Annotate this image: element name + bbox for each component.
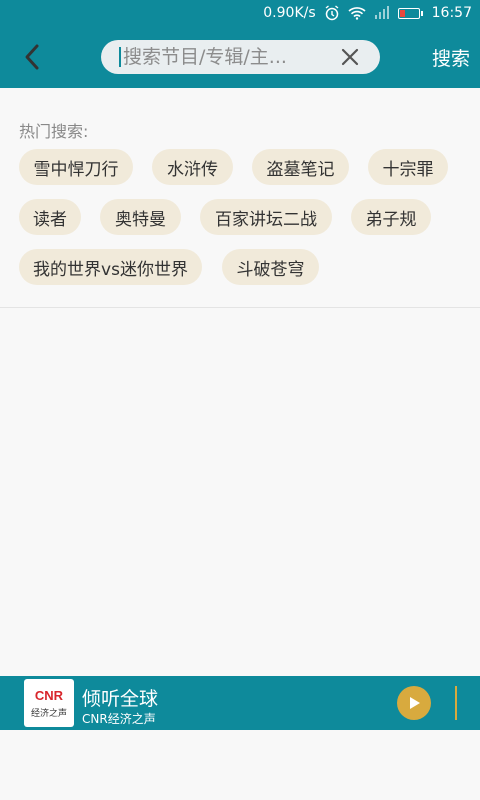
mini-player-bar[interactable]: CNR 经济之声 倾听全球 CNR经济之声 [0, 676, 480, 730]
wifi-icon [348, 6, 366, 20]
hot-search-title: 热门搜索: [19, 122, 89, 141]
text-cursor [119, 47, 121, 67]
back-button[interactable] [14, 40, 50, 74]
hot-tag[interactable]: 十宗罪 [368, 149, 448, 185]
chevron-left-icon [25, 44, 39, 70]
signal-icon [374, 6, 390, 20]
network-speed: 0.90K/s [263, 5, 316, 21]
status-bar: 0.90K/s 16:57 [0, 0, 480, 26]
battery-icon [397, 7, 423, 19]
alarm-icon [324, 5, 340, 21]
player-title: 倾听全球 [82, 688, 159, 710]
search-header: 搜索 [0, 26, 480, 88]
hot-tag[interactable]: 雪中悍刀行 [19, 149, 133, 185]
hot-tag[interactable]: 我的世界vs迷你世界 [19, 249, 202, 285]
search-input[interactable] [123, 40, 333, 74]
hot-tag[interactable]: 弟子规 [351, 199, 431, 235]
search-button[interactable]: 搜索 [432, 44, 470, 71]
station-logo: CNR 经济之声 [24, 679, 74, 727]
hot-tag[interactable]: 奥特曼 [100, 199, 181, 235]
player-subtitle: CNR经济之声 [82, 712, 156, 726]
hot-tag[interactable]: 百家讲坛二战 [200, 199, 332, 235]
clock: 16:57 [431, 5, 472, 21]
logo-mark: CNR [34, 687, 64, 703]
hot-tag[interactable]: 盗墓笔记 [252, 149, 349, 185]
hot-tag[interactable]: 读者 [19, 199, 81, 235]
play-icon [410, 697, 420, 709]
close-icon [341, 48, 359, 66]
logo-subtext: 经济之声 [30, 708, 67, 719]
play-button[interactable] [397, 686, 431, 720]
search-box[interactable] [101, 40, 380, 74]
player-divider [455, 686, 457, 720]
hot-search-section: 热门搜索: 雪中悍刀行 水浒传 盗墓笔记 十宗罪 读者 奥特曼 百家讲坛二战 弟… [0, 88, 480, 308]
hot-tag[interactable]: 水浒传 [152, 149, 233, 185]
clear-button[interactable] [340, 47, 360, 67]
hot-tag[interactable]: 斗破苍穹 [222, 249, 319, 285]
